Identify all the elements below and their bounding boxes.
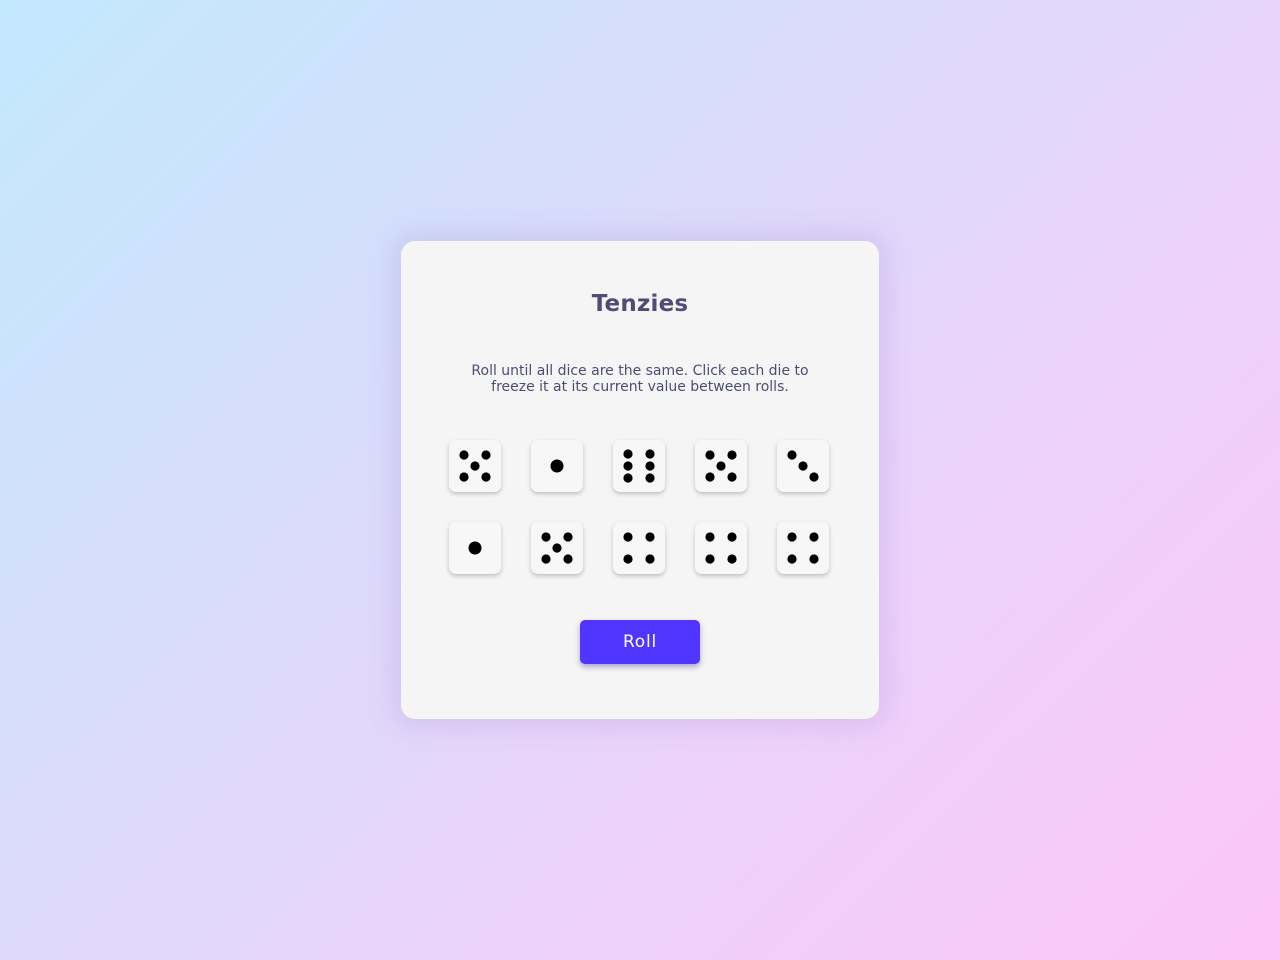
die-pip bbox=[563, 532, 573, 542]
die-pip bbox=[798, 461, 808, 471]
die-pip bbox=[705, 554, 715, 564]
die-5[interactable] bbox=[777, 440, 829, 492]
die-pip bbox=[541, 532, 551, 542]
die-4[interactable] bbox=[695, 440, 747, 492]
die-pip bbox=[727, 532, 737, 542]
game-instructions: Roll until all dice are the same. Click … bbox=[471, 363, 809, 395]
die-pip bbox=[727, 450, 737, 460]
die-pip bbox=[645, 461, 655, 471]
die-face-6 bbox=[623, 449, 655, 483]
die-pip bbox=[705, 450, 715, 460]
die-face-1 bbox=[550, 459, 564, 473]
dice-grid bbox=[449, 440, 831, 574]
die-pip bbox=[552, 543, 562, 553]
die-face-4 bbox=[623, 532, 655, 564]
die-pip bbox=[809, 472, 819, 482]
die-9[interactable] bbox=[695, 522, 747, 574]
die-pip bbox=[623, 554, 633, 564]
die-face-5 bbox=[705, 450, 737, 482]
die-pip bbox=[809, 554, 819, 564]
die-pip bbox=[623, 532, 633, 542]
die-3[interactable] bbox=[613, 440, 665, 492]
die-7[interactable] bbox=[531, 522, 583, 574]
die-face-1 bbox=[468, 541, 482, 555]
die-pip bbox=[468, 541, 482, 555]
die-pip bbox=[705, 532, 715, 542]
die-pip bbox=[623, 449, 633, 459]
die-pip bbox=[727, 472, 737, 482]
die-10[interactable] bbox=[777, 522, 829, 574]
die-pip bbox=[645, 554, 655, 564]
roll-button[interactable]: Roll bbox=[580, 620, 700, 664]
die-1[interactable] bbox=[449, 440, 501, 492]
die-pip bbox=[727, 554, 737, 564]
die-pip bbox=[787, 554, 797, 564]
die-pip bbox=[470, 461, 480, 471]
die-pip bbox=[645, 473, 655, 483]
die-pip bbox=[459, 472, 469, 482]
die-pip bbox=[459, 450, 469, 460]
die-pip bbox=[645, 532, 655, 542]
die-face-4 bbox=[787, 532, 819, 564]
die-pip bbox=[705, 472, 715, 482]
die-pip bbox=[541, 554, 551, 564]
game-card: Tenzies Roll until all dice are the same… bbox=[401, 241, 879, 719]
die-2[interactable] bbox=[531, 440, 583, 492]
game-title: Tenzies bbox=[591, 291, 689, 317]
die-face-4 bbox=[705, 532, 737, 564]
die-face-3 bbox=[787, 450, 819, 482]
die-6[interactable] bbox=[449, 522, 501, 574]
die-face-5 bbox=[541, 532, 573, 564]
die-pip bbox=[645, 449, 655, 459]
die-pip bbox=[787, 532, 797, 542]
die-pip bbox=[481, 472, 491, 482]
die-pip bbox=[623, 473, 633, 483]
die-pip bbox=[550, 459, 564, 473]
die-pip bbox=[481, 450, 491, 460]
die-pip bbox=[623, 461, 633, 471]
die-pip bbox=[787, 450, 797, 460]
die-face-5 bbox=[459, 450, 491, 482]
die-8[interactable] bbox=[613, 522, 665, 574]
die-pip bbox=[716, 461, 726, 471]
die-pip bbox=[563, 554, 573, 564]
die-pip bbox=[809, 532, 819, 542]
